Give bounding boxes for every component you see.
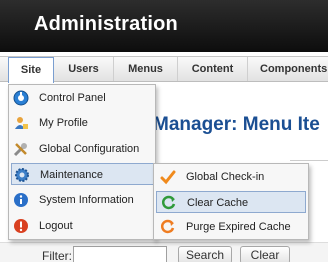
filter-input[interactable] xyxy=(73,246,167,262)
menu-item-my-profile[interactable]: My Profile xyxy=(11,112,155,134)
info-icon xyxy=(13,192,29,208)
menu-users[interactable]: Users xyxy=(54,57,114,81)
menu-components[interactable]: Components xyxy=(248,57,328,81)
refresh-icon xyxy=(161,195,177,211)
menu-item-logout[interactable]: Logout xyxy=(11,215,155,237)
search-button[interactable]: Search xyxy=(178,246,232,262)
page-title: Manager: Menu Ite xyxy=(153,114,320,135)
menu-item-system-information[interactable]: System Information xyxy=(11,189,155,211)
menu-item-global-configuration[interactable]: Global Configuration xyxy=(11,138,155,160)
submenu-item-global-check-in[interactable]: Global Check-in xyxy=(156,166,306,188)
menu-item-control-panel[interactable]: Control Panel xyxy=(11,87,155,109)
purge-icon xyxy=(160,219,176,235)
menu-site[interactable]: Site xyxy=(8,57,54,83)
main-menubar: Site Users Menus Content Components xyxy=(0,56,328,83)
clear-button[interactable]: Clear xyxy=(240,246,290,262)
menu-item-maintenance[interactable]: Maintenance xyxy=(11,163,155,185)
gear-icon xyxy=(14,167,30,183)
site-dropdown-menu: Control Panel My Profile Global Configur… xyxy=(8,84,156,240)
maintenance-submenu: Global Check-in Clear Cache Purge Expire… xyxy=(153,163,309,240)
filter-label: Filter: xyxy=(42,249,72,262)
control-panel-icon xyxy=(13,90,29,106)
tools-icon xyxy=(13,141,29,157)
menu-content[interactable]: Content xyxy=(178,57,248,81)
submenu-item-purge-expired-cache[interactable]: Purge Expired Cache xyxy=(156,216,306,238)
header-title: Administration xyxy=(34,13,178,35)
content-divider xyxy=(290,160,328,161)
user-profile-icon xyxy=(13,115,29,131)
menu-menus[interactable]: Menus xyxy=(114,57,178,81)
admin-header: Administration xyxy=(0,0,328,52)
submenu-item-clear-cache[interactable]: Clear Cache xyxy=(156,191,306,213)
logout-icon xyxy=(13,218,29,234)
checkmark-icon xyxy=(160,169,176,185)
